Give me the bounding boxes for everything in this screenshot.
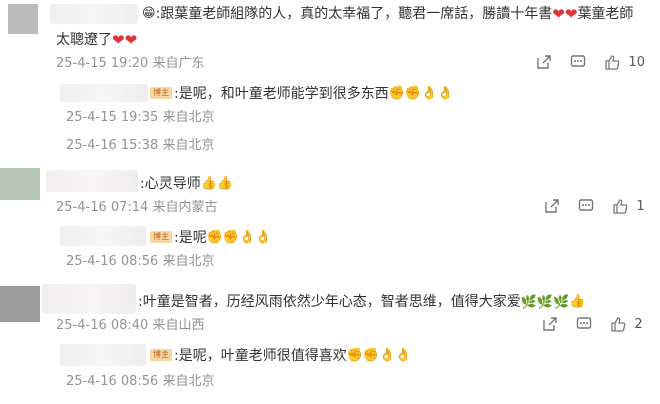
thumbs-up-emoji-icon: 👍	[569, 294, 586, 309]
comment-location: 来自山西	[152, 318, 205, 333]
fist-emoji-icon: ✊	[206, 230, 223, 245]
avatar[interactable]	[0, 168, 40, 200]
comment-location: 来自广东	[152, 56, 205, 71]
comment-meta: 25-4-16 07:14 来自内蒙古	[56, 200, 218, 216]
thumbs-up-emoji-icon: 👍	[200, 176, 217, 191]
heart-icon: ❤	[552, 5, 565, 23]
fist-emoji-icon: ✊	[388, 86, 405, 101]
share-icon[interactable]	[544, 198, 560, 214]
comment-location: 来自内蒙古	[152, 200, 218, 215]
fist-emoji-icon: ✊	[404, 86, 422, 101]
avatar[interactable]	[0, 286, 40, 322]
comment-meta: 25-4-15 19:20 来自广东	[56, 56, 205, 72]
ok-hand-emoji-icon: 👌	[239, 230, 256, 245]
share-icon[interactable]	[536, 54, 552, 70]
like-count: 10	[628, 54, 645, 70]
like-count: 1	[636, 198, 645, 214]
reply-meta: 25-4-16 08:56 来自北京	[66, 254, 215, 270]
reply-location: 来自北京	[162, 254, 215, 269]
author-badge: 博主	[150, 87, 172, 99]
reply-meta: 25-4-15 19:35 来自北京	[66, 110, 215, 126]
author-badge: 博主	[150, 231, 172, 243]
fist-emoji-icon: ✊	[362, 348, 380, 363]
comment-date: 25-4-15 19:20	[56, 56, 149, 71]
reply-meta-2: 25-4-16 15:38 来自北京	[66, 138, 215, 154]
like-icon[interactable]	[610, 316, 626, 332]
reply-text: 博主:是呢，叶童老师很值得喜欢✊✊👌👌	[150, 346, 411, 366]
comment-text: :叶童是智者，历经风雨依然少年心态，智者思维，值得大家爱🌿🌿🌿👍	[138, 292, 585, 313]
reply-date: 25-4-16 08:56	[66, 374, 159, 389]
ok-hand-emoji-icon: 👌	[421, 86, 438, 101]
reply-meta: 25-4-16 08:56 来自北京	[66, 374, 215, 390]
reply-location: 来自北京	[162, 110, 215, 125]
heart-icon: ❤	[112, 31, 125, 49]
reply-username-blurred[interactable]	[60, 344, 146, 366]
username-blurred[interactable]	[42, 284, 136, 314]
heart-icon: ❤	[124, 31, 138, 49]
comment-actions: 10	[536, 54, 645, 70]
reply-username-blurred[interactable]	[60, 226, 146, 246]
reply-username-blurred[interactable]	[60, 84, 148, 102]
reply-date: 25-4-16 08:56	[66, 254, 159, 269]
comment-text: 😁:跟葉童老師組隊的人，真的太幸福了，聽君一席話，勝讀十年書❤❤葉童老師	[142, 5, 634, 23]
heart-icon: ❤	[564, 5, 578, 23]
comment-date: 25-4-16 08:40	[56, 318, 149, 333]
reply-date: 25-4-16 15:38	[66, 138, 159, 153]
like-icon[interactable]	[604, 54, 620, 70]
grin-emoji-icon: 😁	[142, 6, 156, 21]
comment-icon[interactable]	[576, 316, 592, 332]
ok-hand-emoji-icon: 👌	[255, 230, 272, 245]
avatar[interactable]	[8, 4, 38, 34]
comment-icon[interactable]	[570, 54, 586, 70]
reply-text: 博主:是呢✊✊👌👌	[150, 228, 271, 248]
leaf-emoji-icon: 🌿	[553, 295, 570, 310]
ok-hand-emoji-icon: 👌	[395, 348, 412, 363]
thumbs-up-emoji-icon: 👍	[216, 176, 234, 191]
comment-meta: 25-4-16 08:40 来自山西	[56, 318, 205, 334]
reply-location: 来自北京	[162, 138, 215, 153]
username-blurred[interactable]	[50, 4, 138, 24]
reply-text: 博主:是呢，和叶童老师能学到很多东西✊✊👌👌	[150, 84, 453, 104]
comment-text-continued: 太聰遼了❤❤	[56, 31, 138, 49]
username-blurred[interactable]	[46, 170, 138, 192]
author-badge: 博主	[150, 349, 172, 361]
fist-emoji-icon: ✊	[222, 230, 240, 245]
leaf-emoji-icon: 🌿	[536, 295, 554, 310]
like-icon[interactable]	[612, 198, 628, 214]
comment-actions: 2	[542, 316, 643, 332]
comment-actions: 1	[544, 198, 645, 214]
fist-emoji-icon: ✊	[346, 348, 363, 363]
reply-date: 25-4-15 19:35	[66, 110, 159, 125]
share-icon[interactable]	[542, 316, 558, 332]
comment-text: :心灵导师👍👍	[140, 176, 234, 192]
ok-hand-emoji-icon: 👌	[379, 348, 396, 363]
ok-hand-emoji-icon: 👌	[437, 86, 454, 101]
like-count: 2	[634, 316, 643, 332]
reply-location: 来自北京	[162, 374, 215, 389]
comment-icon[interactable]	[578, 198, 594, 214]
leaf-emoji-icon: 🌿	[520, 295, 537, 310]
comment-date: 25-4-16 07:14	[56, 200, 149, 215]
